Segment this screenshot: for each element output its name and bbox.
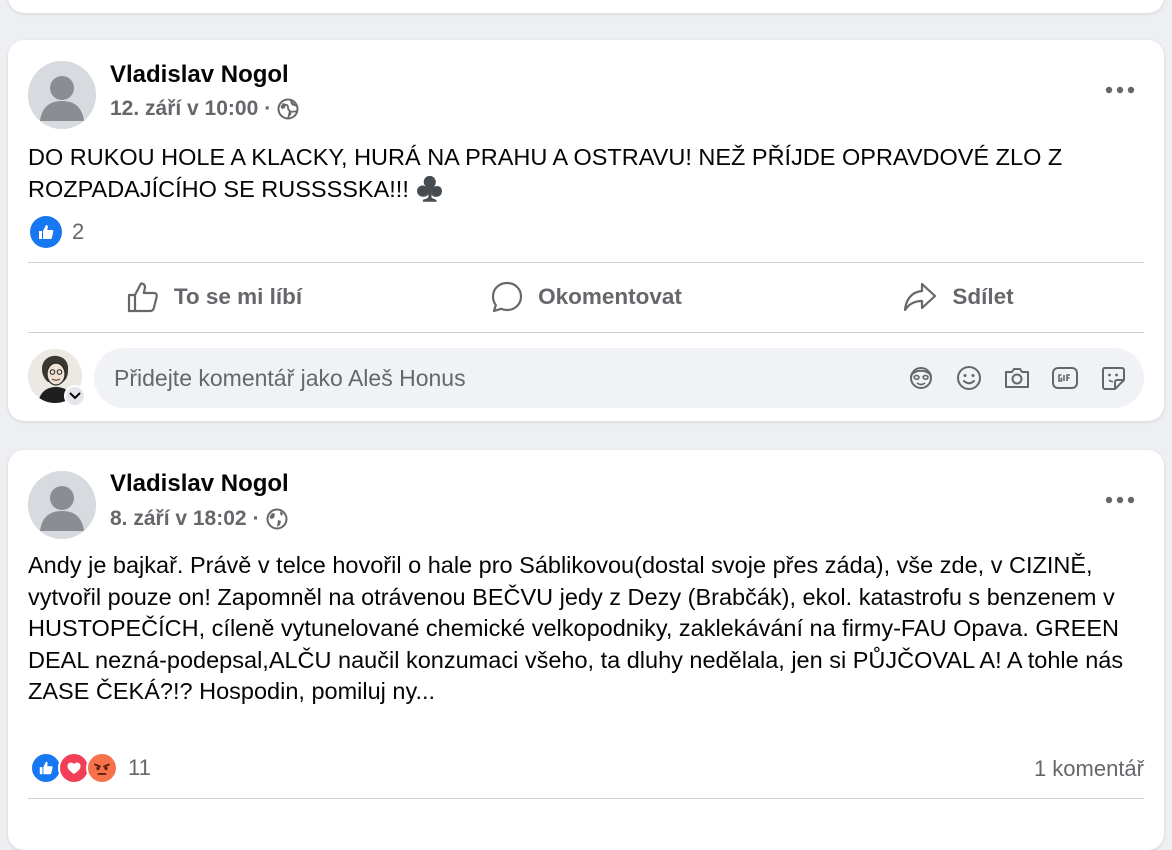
comment-input[interactable] — [94, 363, 906, 393]
post-text: Andy je bajkař. Právě v telce hovořil o … — [28, 552, 1124, 704]
comment-button[interactable]: Okomentovat — [400, 264, 772, 330]
like-button[interactable]: To se mi líbí — [28, 264, 400, 330]
angry-reaction-icon — [86, 752, 118, 784]
like-reaction-icon — [30, 216, 62, 248]
post-actions: To se mi líbí Okomentovat Sdílet — [28, 264, 1144, 330]
globe-icon[interactable] — [277, 98, 299, 120]
reaction-count[interactable]: 2 — [72, 219, 84, 245]
emoji-icon[interactable] — [954, 363, 984, 393]
post-timestamp[interactable]: 12. září v 10:00 — [110, 97, 258, 121]
camera-icon[interactable] — [1002, 363, 1032, 393]
post-meta: 8. září v 18:02 · — [110, 507, 288, 531]
author-avatar[interactable] — [28, 61, 96, 129]
divider — [28, 798, 1144, 799]
reaction-count[interactable]: 11 — [128, 755, 151, 781]
default-avatar-icon — [28, 471, 96, 539]
author-name[interactable]: Vladislav Nogol — [110, 470, 289, 498]
sticker-icon[interactable] — [1098, 363, 1128, 393]
post-timestamp[interactable]: 8. září v 18:02 — [110, 507, 247, 531]
thumbs-up-icon — [127, 282, 158, 313]
gif-icon[interactable] — [1050, 363, 1080, 393]
share-arrow-icon — [904, 282, 937, 312]
comment-composer — [28, 348, 1144, 410]
globe-icon[interactable] — [266, 508, 288, 530]
comment-tools — [906, 363, 1144, 393]
post-card: Vladislav Nogol 12. září v 10:00 · DO RU… — [8, 40, 1164, 421]
comment-count[interactable]: 1 komentář — [1034, 756, 1144, 782]
chevron-down-icon[interactable] — [64, 385, 86, 407]
share-label: Sdílet — [952, 284, 1014, 309]
meta-separator: · — [264, 97, 272, 120]
meta-separator: · — [252, 507, 260, 530]
more-dots-icon — [1105, 496, 1135, 504]
post-card: Vladislav Nogol 8. září v 18:02 · Andy j… — [8, 450, 1164, 850]
comment-label: Okomentovat — [538, 284, 682, 309]
post-text: DO RUKOU HOLE A KLACKY, HURÁ NA PRAHU A … — [28, 144, 1063, 202]
more-options-button[interactable] — [1098, 478, 1142, 522]
reaction-summary[interactable]: 11 — [30, 752, 151, 784]
reaction-summary[interactable]: 2 — [30, 216, 84, 248]
divider — [28, 332, 1144, 333]
author-name[interactable]: Vladislav Nogol — [110, 61, 289, 89]
more-options-button[interactable] — [1098, 68, 1142, 112]
share-button[interactable]: Sdílet — [772, 264, 1144, 330]
comment-bubble-icon — [492, 281, 523, 313]
previous-post-card — [8, 0, 1164, 13]
divider — [28, 262, 1144, 263]
default-avatar-icon — [28, 61, 96, 129]
post-meta: 12. září v 10:00 · — [110, 97, 299, 121]
like-label: To se mi líbí — [173, 284, 303, 309]
avatar-sticker-icon[interactable] — [906, 363, 936, 393]
more-dots-icon — [1105, 86, 1135, 94]
author-avatar[interactable] — [28, 471, 96, 539]
comment-input-wrapper — [94, 348, 1144, 408]
